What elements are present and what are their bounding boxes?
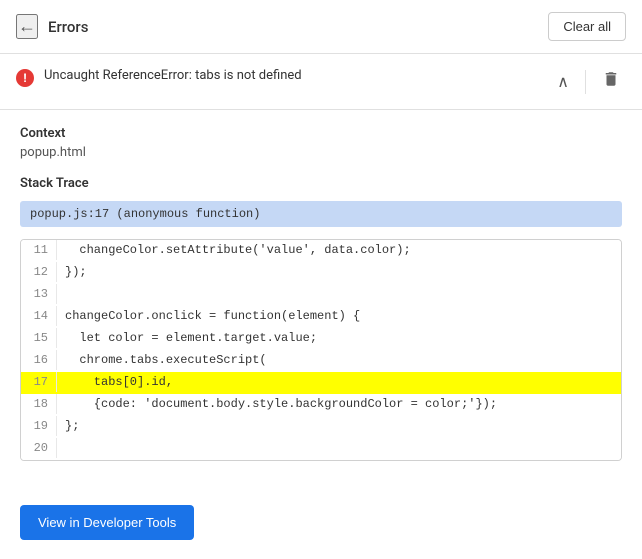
line-content — [57, 438, 621, 444]
code-line: 12}); — [21, 262, 621, 284]
error-actions: ∧ — [551, 68, 626, 95]
actions-divider — [585, 70, 586, 94]
code-line: 19}; — [21, 416, 621, 438]
page-title: Errors — [48, 18, 88, 36]
line-content: }; — [57, 416, 621, 436]
code-line: 15 let color = element.target.value; — [21, 328, 621, 350]
line-number: 18 — [21, 394, 57, 414]
stack-trace-bar: popup.js:17 (anonymous function) — [20, 201, 622, 227]
error-left: ! Uncaught ReferenceError: tabs is not d… — [16, 68, 551, 87]
line-number: 13 — [21, 284, 57, 304]
line-content: changeColor.setAttribute('value', data.c… — [57, 240, 621, 260]
line-number: 20 — [21, 438, 57, 458]
delete-button[interactable] — [596, 68, 626, 95]
line-content: tabs[0].id, — [57, 372, 621, 392]
error-message: Uncaught ReferenceError: tabs is not def… — [44, 68, 302, 83]
line-content: }); — [57, 262, 621, 282]
back-button[interactable]: ← — [16, 14, 38, 39]
code-block: 11 changeColor.setAttribute('value', dat… — [20, 239, 622, 461]
code-line: 17 tabs[0].id, — [21, 372, 621, 394]
context-title: Context — [20, 126, 622, 141]
clear-all-button[interactable]: Clear all — [548, 12, 626, 41]
line-content — [57, 284, 621, 290]
line-number: 19 — [21, 416, 57, 436]
line-number: 16 — [21, 350, 57, 370]
code-line: 11 changeColor.setAttribute('value', dat… — [21, 240, 621, 262]
line-number: 12 — [21, 262, 57, 282]
expand-button[interactable]: ∧ — [551, 70, 575, 94]
line-content: chrome.tabs.executeScript( — [57, 350, 621, 370]
line-number: 14 — [21, 306, 57, 326]
context-value: popup.html — [20, 145, 622, 160]
code-line: 16 chrome.tabs.executeScript( — [21, 350, 621, 372]
footer: View in Developer Tools — [0, 493, 642, 556]
code-line: 20 — [21, 438, 621, 460]
code-line: 13 — [21, 284, 621, 306]
content: Context popup.html Stack Trace popup.js:… — [0, 110, 642, 493]
line-number: 17 — [21, 372, 57, 392]
header-left: ← Errors — [16, 14, 88, 39]
header: ← Errors Clear all — [0, 0, 642, 54]
error-icon: ! — [16, 69, 34, 87]
code-line: 18 {code: 'document.body.style.backgroun… — [21, 394, 621, 416]
stack-trace-title: Stack Trace — [20, 176, 622, 191]
line-content: let color = element.target.value; — [57, 328, 621, 348]
line-content: changeColor.onclick = function(element) … — [57, 306, 621, 326]
line-content: {code: 'document.body.style.backgroundCo… — [57, 394, 621, 414]
error-item: ! Uncaught ReferenceError: tabs is not d… — [0, 54, 642, 110]
code-line: 14changeColor.onclick = function(element… — [21, 306, 621, 328]
line-number: 15 — [21, 328, 57, 348]
dev-tools-button[interactable]: View in Developer Tools — [20, 505, 194, 540]
code-scroll[interactable]: 11 changeColor.setAttribute('value', dat… — [21, 240, 621, 460]
line-number: 11 — [21, 240, 57, 260]
